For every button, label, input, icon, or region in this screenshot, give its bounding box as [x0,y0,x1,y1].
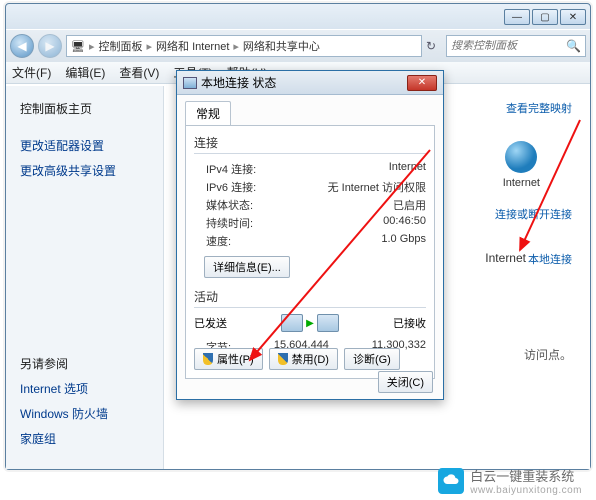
computer-icon: 🖥 [71,40,85,53]
details-button[interactable]: 详细信息(E)... [204,256,290,278]
dialog-titlebar[interactable]: 本地连接 状态 ✕ [177,71,443,95]
link-local-connection[interactable]: 本地连接 [528,251,572,267]
menu-view[interactable]: 查看(V) [119,64,159,81]
minimize-button[interactable]: — [504,9,530,25]
brand-url: www.baiyunxitong.com [470,485,582,496]
connection-status-dialog: 本地连接 状态 ✕ 常规 连接 IPv4 连接: Internet IPv6 连接… [176,70,444,400]
dialog-tabs: 常规 [177,95,443,125]
link-connect-disconnect[interactable]: 连接或断开连接 [495,206,572,222]
ipv6-value: 无 Internet 访问权限 [328,179,426,195]
sidebar-sharing-settings[interactable]: 更改高级共享设置 [6,158,163,183]
speed-value: 1.0 Gbps [381,233,426,249]
breadcrumb[interactable]: 🖥 ▸ 控制面板 ▸ 网络和 Internet ▸ 网络和共享中心 [66,35,422,57]
brand-name: 白云一键重装系统 [470,466,582,485]
activity-header-row: 已发送 ▶ 已接收 [194,314,426,332]
computer-icon [281,314,303,332]
ipv4-label: IPv4 连接: [194,161,256,177]
sidebar-internet-options[interactable]: Internet 选项 [6,376,163,401]
recv-label: 已接收 [393,315,426,331]
speed-label: 速度: [194,233,231,249]
disable-button[interactable]: 禁用(D) [269,348,338,370]
crumb-sharing-center[interactable]: 网络和共享中心 [243,38,320,54]
ipv6-label: IPv6 连接: [194,179,256,195]
close-button[interactable]: ✕ [560,9,586,25]
shield-icon [203,353,213,365]
dialog-title: 本地连接 状态 [201,74,276,91]
sidebar-home[interactable]: 控制面板主页 [6,96,163,121]
dialog-close-ok-button[interactable]: 关闭(C) [378,371,433,393]
ipv4-value: Internet [389,161,426,177]
link-view-map[interactable]: 查看完整映射 [506,100,572,116]
menu-edit[interactable]: 编辑(E) [65,64,105,81]
media-value: 已启用 [393,197,426,213]
sidebar-firewall[interactable]: Windows 防火墙 [6,401,163,426]
maximize-button[interactable]: ▢ [532,9,558,25]
sent-arrow-icon: ▶ [306,318,314,329]
chevron-right-icon: ▸ [147,40,153,53]
media-label: 媒体状态: [194,197,253,213]
duration-label: 持续时间: [194,215,253,231]
diagnose-button[interactable]: 诊断(G) [344,348,400,370]
menu-file[interactable]: 文件(F) [12,64,51,81]
address-bar-row: ◀ ▶ 🖥 ▸ 控制面板 ▸ 网络和 Internet ▸ 网络和共享中心 ↻ … [6,30,590,62]
activity-icons: ▶ [281,314,339,332]
sidebar-adapter-settings[interactable]: 更改适配器设置 [6,133,163,158]
tab-general[interactable]: 常规 [185,101,231,125]
search-box[interactable]: 🔍 [446,35,586,57]
sidebar-seealso-header: 另请参阅 [6,351,163,376]
internet-label: Internet [503,177,540,189]
dialog-body: 连接 IPv4 连接: Internet IPv6 连接: 无 Internet 访… [185,125,435,379]
crumb-control-panel[interactable]: 控制面板 [99,38,143,54]
dialog-close-button[interactable]: ✕ [407,75,437,91]
section-activity: 活动 [194,288,426,305]
sent-label: 已发送 [194,315,227,331]
computer-icon [317,314,339,332]
chevron-right-icon: ▸ [89,40,95,53]
access-note: 访问点。 [524,346,572,363]
refresh-icon[interactable]: ↻ [426,39,442,53]
titlebar: — ▢ ✕ [6,4,590,30]
network-name: Internet [485,251,526,265]
back-button[interactable]: ◀ [10,34,34,58]
search-input[interactable] [451,40,562,52]
chevron-right-icon: ▸ [233,40,239,53]
shield-icon [278,353,288,365]
forward-button[interactable]: ▶ [38,34,62,58]
properties-button[interactable]: 属性(P) [194,348,263,370]
sidebar: 控制面板主页 更改适配器设置 更改高级共享设置 另请参阅 Internet 选项… [6,86,164,469]
watermark-brand: 白云一键重装系统 www.baiyunxitong.com [438,466,582,496]
properties-label: 属性(P) [217,351,254,367]
disable-label: 禁用(D) [292,351,329,367]
brand-logo-icon [438,468,464,494]
internet-node: Internet [503,141,540,189]
section-connection: 连接 [194,134,426,151]
crumb-network[interactable]: 网络和 Internet [156,38,229,54]
globe-icon [505,141,537,173]
duration-value: 00:46:50 [383,215,426,231]
sidebar-homegroup[interactable]: 家庭组 [6,426,163,451]
network-adapter-icon [183,77,197,89]
search-icon: 🔍 [566,39,581,53]
